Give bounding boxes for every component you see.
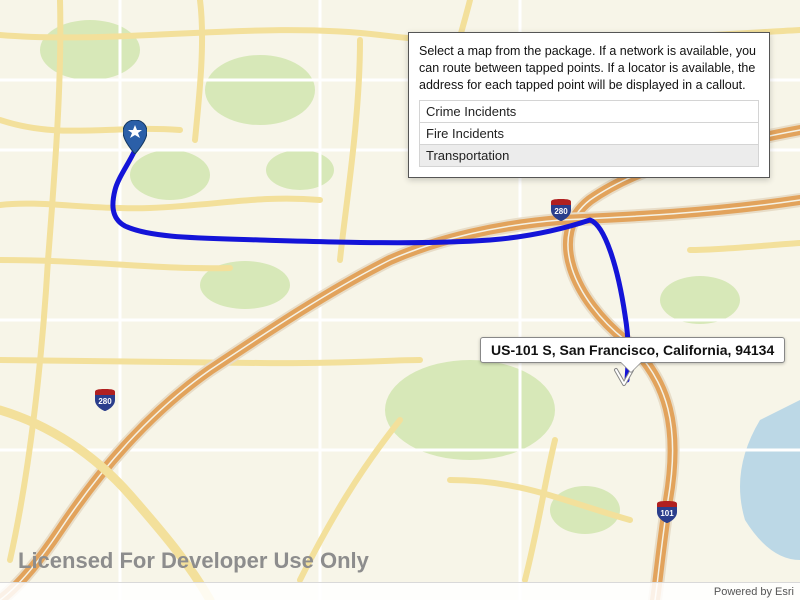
address-callout[interactable]: US-101 S, San Francisco, California, 941… [480,337,785,363]
highway-shield-280-top: 280 [549,198,573,222]
map-view[interactable]: 280 280 101 US-101 S, San Francisco, Cal… [0,0,800,600]
highway-shield-101: 101 [655,500,679,524]
license-watermark: Licensed For Developer Use Only [18,548,369,574]
map-selector-panel: Select a map from the package. If a netw… [408,32,770,178]
map-list-item-fire[interactable]: Fire Incidents [419,122,759,144]
map-list-item-transportation[interactable]: Transportation [419,144,759,167]
attribution-bar: Powered by Esri [0,582,800,600]
highway-shield-280-left: 280 [93,388,117,412]
route-start-marker[interactable] [123,120,147,154]
callout-text: US-101 S, San Francisco, California, 941… [491,342,774,358]
map-list-item-crime[interactable]: Crime Incidents [419,100,759,122]
panel-description: Select a map from the package. If a netw… [419,43,759,94]
map-list[interactable]: Crime Incidents Fire Incidents Transport… [419,100,759,167]
attribution-text: Powered by Esri [714,586,794,598]
svg-text:280: 280 [554,207,568,216]
svg-text:101: 101 [660,509,674,518]
svg-text:280: 280 [98,397,112,406]
